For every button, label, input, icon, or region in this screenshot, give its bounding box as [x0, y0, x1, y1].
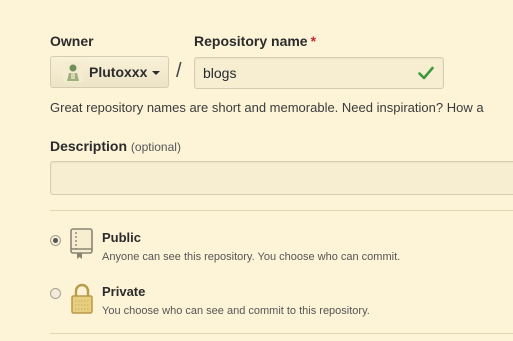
section-divider-bottom — [50, 333, 513, 334]
repository-name-value: blogs — [203, 65, 237, 81]
description-input[interactable] — [50, 161, 513, 195]
optional-note: (optional) — [130, 140, 181, 154]
private-option-title: Private — [102, 284, 146, 299]
repository-name-hint: Great repository names are short and mem… — [50, 100, 484, 115]
section-divider-top — [50, 210, 513, 211]
private-radio[interactable] — [50, 288, 61, 299]
repository-name-label: Repository name * — [194, 33, 316, 49]
public-option-description: Anyone can see this repository. You choo… — [102, 251, 401, 263]
owner-avatar — [63, 62, 83, 82]
owner-select-button[interactable]: Plutoxxx — [50, 56, 169, 88]
public-radio[interactable] — [50, 235, 61, 246]
checkmark-icon — [418, 66, 434, 80]
private-option-description: You choose who can see and commit to thi… — [102, 305, 370, 317]
owner-label: Owner — [50, 33, 94, 49]
chevron-down-icon — [152, 71, 161, 75]
required-mark: * — [310, 33, 317, 49]
owner-repo-separator: / — [176, 60, 182, 82]
repository-name-input[interactable]: blogs — [194, 57, 444, 89]
lock-icon — [69, 282, 95, 314]
repo-book-icon — [69, 228, 95, 260]
description-label: Description (optional) — [50, 138, 181, 154]
repository-name-label-text: Repository name — [194, 33, 308, 49]
owner-name: Plutoxxx — [89, 64, 148, 80]
description-label-text: Description — [50, 138, 128, 154]
public-option-title: Public — [102, 230, 142, 245]
